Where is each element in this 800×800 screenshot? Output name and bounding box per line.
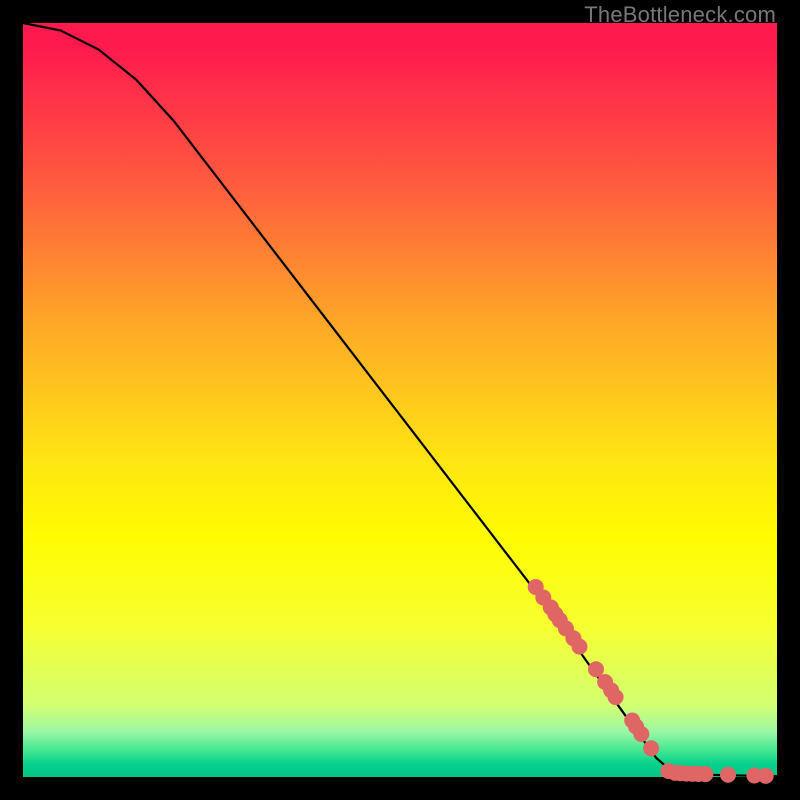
scatter-point [697, 766, 713, 782]
curve-line [23, 23, 777, 776]
scatter-point [608, 689, 624, 705]
scatter-points [528, 579, 774, 784]
scatter-point [572, 639, 588, 655]
scatter-point [758, 768, 774, 784]
scatter-point [633, 726, 649, 742]
chart-frame: TheBottleneck.com [0, 0, 800, 800]
scatter-point [588, 661, 604, 677]
chart-overlay [23, 23, 777, 777]
scatter-point [720, 767, 736, 783]
plot-area [23, 23, 777, 777]
scatter-point [643, 740, 659, 756]
